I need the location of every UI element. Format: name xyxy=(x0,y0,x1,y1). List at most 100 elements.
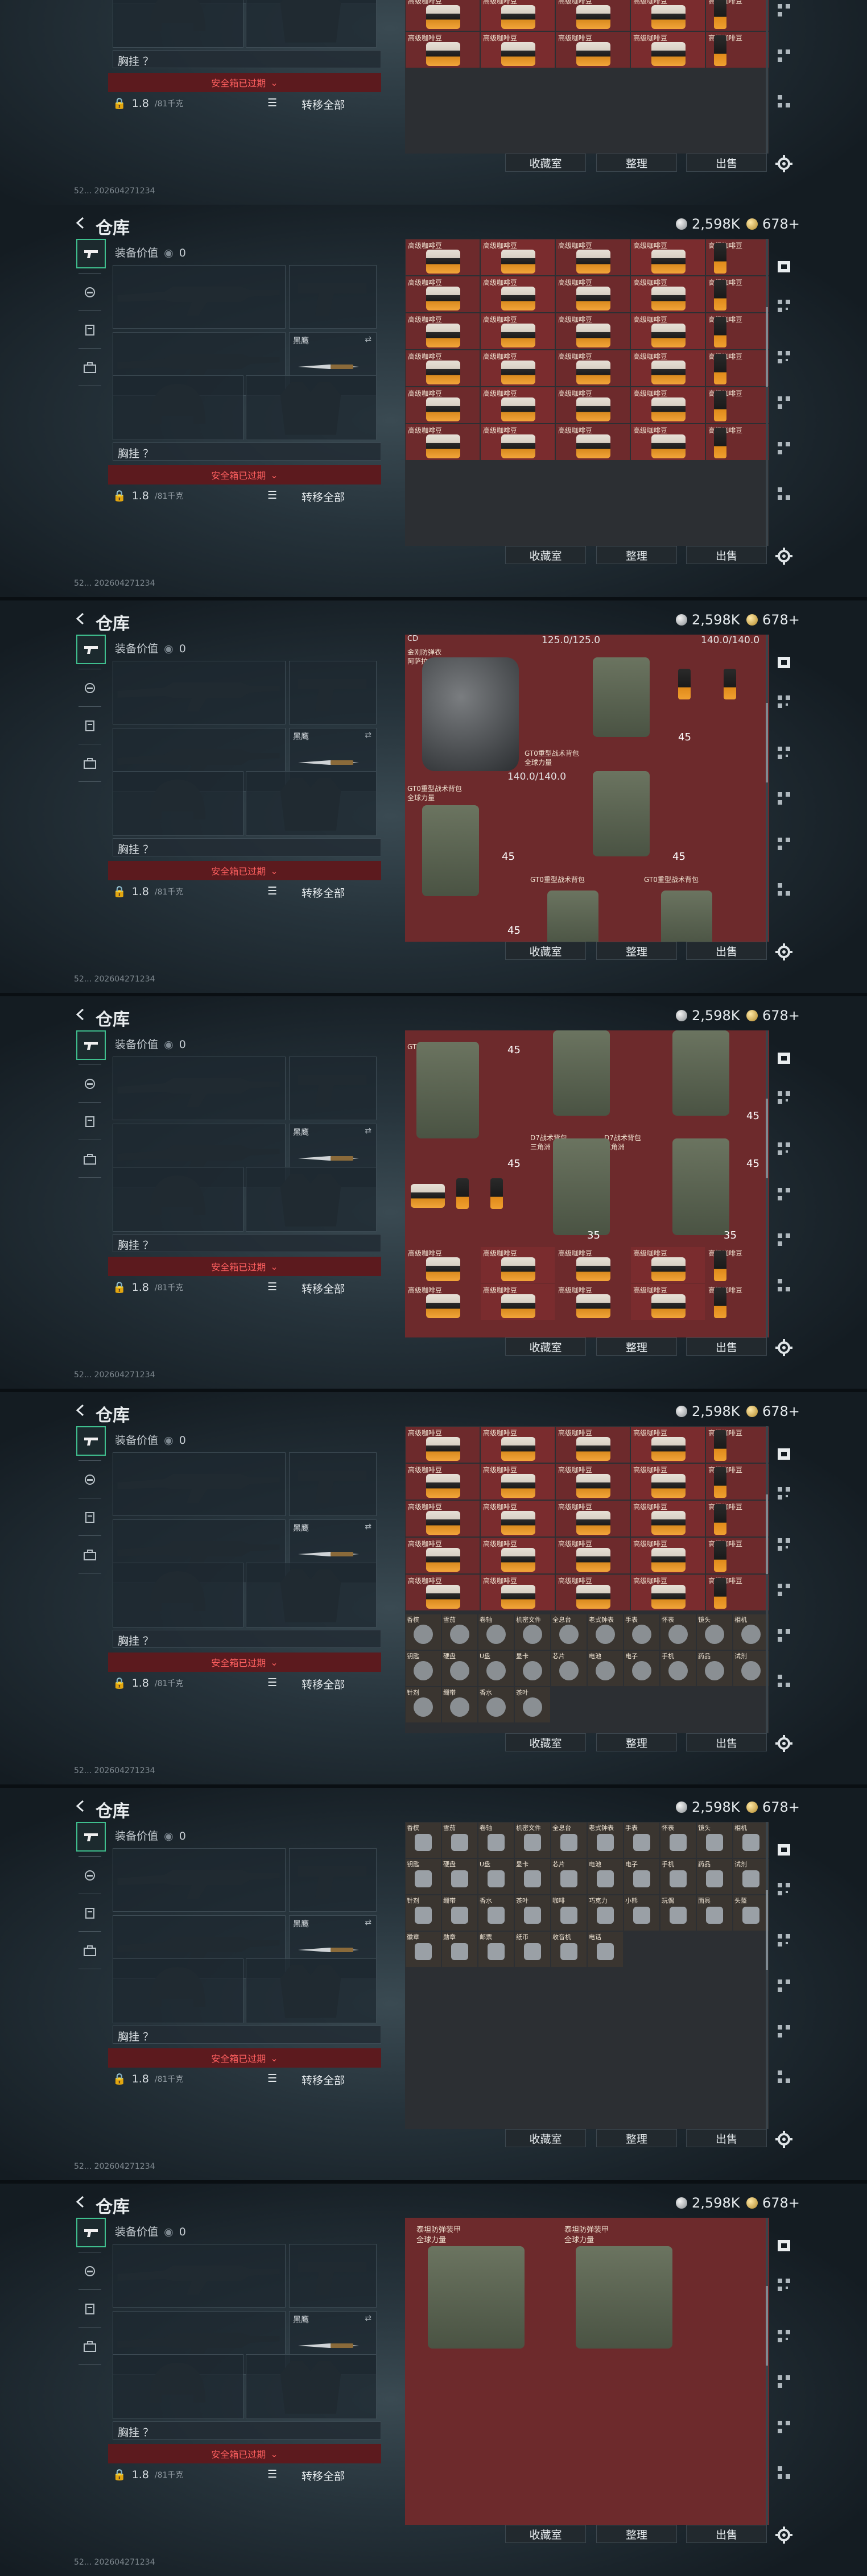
backpack-item[interactable] xyxy=(422,805,479,896)
coffee-bean-item[interactable]: 高级咖啡豆 xyxy=(631,1284,705,1320)
coffee-bean-item[interactable]: 高级咖啡豆 xyxy=(556,1247,630,1283)
nav-container-tab-3[interactable] xyxy=(774,1976,794,1996)
nav-weapon-tab[interactable] xyxy=(76,1426,106,1456)
gold-currency[interactable]: 678+ xyxy=(746,1403,800,1419)
swap-icon[interactable]: ⇄ xyxy=(365,1918,371,1927)
primary-weapon-slot[interactable] xyxy=(113,1452,286,1516)
backpack-item[interactable] xyxy=(593,657,650,737)
nav-container-tab-5[interactable] xyxy=(774,1275,794,1295)
nav-container-tab-2[interactable] xyxy=(774,347,794,367)
nav-container-tab-3[interactable] xyxy=(774,392,794,413)
backpack-item[interactable] xyxy=(672,1138,729,1235)
nav-container-tab-1[interactable] xyxy=(774,691,794,712)
transfer-all-button[interactable]: 转移全部 xyxy=(302,97,345,112)
primary-weapon-slot[interactable] xyxy=(113,1848,286,1912)
nav-container-tab-2[interactable] xyxy=(774,2326,794,2346)
safebox-expired-bar[interactable]: 安全箱已过期 ⌄ xyxy=(108,2048,381,2068)
armor-item[interactable] xyxy=(422,657,519,771)
nav-container-tab-5[interactable] xyxy=(774,91,794,111)
grid-scrollbar[interactable] xyxy=(766,1030,768,1337)
nav-backpack-tab[interactable] xyxy=(76,2333,104,2360)
nav-container-tab-2[interactable] xyxy=(774,1534,794,1555)
coffee-bean-item[interactable]: 高级咖啡豆 xyxy=(556,1501,630,1537)
coffee-bean-item[interactable]: 高级咖啡豆 xyxy=(406,1501,480,1537)
gear-icon[interactable] xyxy=(774,1337,794,1358)
misc-item[interactable]: 手机 xyxy=(660,1859,696,1894)
collection-room-button[interactable]: 收藏室 xyxy=(505,2525,586,2543)
nav-container-tab-4[interactable] xyxy=(774,438,794,458)
primary-weapon-slot[interactable] xyxy=(113,661,286,724)
misc-item[interactable]: 电话 xyxy=(588,1932,623,1967)
sell-button[interactable]: 出售 xyxy=(686,154,767,172)
coffee-bean-item[interactable]: 高级咖啡豆 xyxy=(631,1464,705,1500)
misc-item[interactable]: 手表 xyxy=(624,1823,659,1858)
coffee-bean-item[interactable]: 高级咖啡豆 xyxy=(706,1575,769,1610)
swap-icon[interactable]: ⇄ xyxy=(365,1522,371,1531)
gear-icon[interactable] xyxy=(774,2129,794,2150)
coffee-bean-item[interactable]: 高级咖啡豆 xyxy=(706,313,769,349)
coffee-bean-item[interactable]: 高级咖啡豆 xyxy=(706,1464,769,1500)
grid-scrollbar[interactable] xyxy=(766,1426,768,1733)
coffee-bean-item[interactable]: 高级咖啡豆 xyxy=(406,387,480,423)
nav-container-tab-1[interactable] xyxy=(774,1483,794,1504)
backpack-item[interactable] xyxy=(553,1138,610,1235)
coffee-bean-item[interactable]: 高级咖啡豆 xyxy=(706,239,769,275)
nav-container-tab-5[interactable] xyxy=(774,2066,794,2087)
armor-slot[interactable] xyxy=(246,1167,377,1232)
coffee-bean-item[interactable]: 高级咖啡豆 xyxy=(481,350,555,386)
coffee-bean-item[interactable]: 高级咖啡豆 xyxy=(481,424,555,460)
coffee-bean-item[interactable]: 高级咖啡豆 xyxy=(631,1427,705,1463)
coffee-bean-item[interactable]: 高级咖啡豆 xyxy=(706,387,769,423)
coffee-bean-item[interactable]: 高级咖啡豆 xyxy=(706,1538,769,1573)
list-icon[interactable]: ☰ xyxy=(267,2468,277,2480)
nav-container-tab-4[interactable] xyxy=(774,2021,794,2041)
nav-backpack-tab[interactable] xyxy=(76,354,104,381)
misc-item[interactable]: 相机 xyxy=(733,1823,769,1858)
coffee-bean-item[interactable]: 高级咖啡豆 xyxy=(556,1427,630,1463)
misc-item[interactable]: 头盔 xyxy=(733,1895,769,1931)
coffee-bean-item[interactable]: 高级咖啡豆 xyxy=(406,276,480,312)
coffee-bean-item[interactable]: 高级咖啡豆 xyxy=(481,1538,555,1573)
nav-container-tab-1[interactable] xyxy=(774,1879,794,1899)
misc-item[interactable]: 小熊 xyxy=(624,1895,659,1931)
misc-item[interactable]: 试剂 xyxy=(733,1859,769,1894)
coffee-bean-item[interactable]: 高级咖啡豆 xyxy=(556,239,630,275)
coffee-bean-item[interactable]: 高级咖啡豆 xyxy=(481,1427,555,1463)
nav-container-tab-4[interactable] xyxy=(774,1625,794,1646)
coffee-bean-item[interactable]: 高级咖啡豆 xyxy=(406,1284,480,1320)
helmet-slot[interactable] xyxy=(113,1167,243,1232)
safebox-expired-bar[interactable]: 安全箱已过期 ⌄ xyxy=(108,73,381,92)
misc-item[interactable]: 老式钟表 xyxy=(588,1823,623,1858)
pistol-slot[interactable] xyxy=(289,265,377,329)
helmet-slot[interactable] xyxy=(113,1958,243,2023)
grid-scrollbar[interactable] xyxy=(766,0,768,154)
misc-item[interactable]: 显卡 xyxy=(515,1859,550,1894)
nav-container-tab-3[interactable] xyxy=(774,2371,794,2392)
back-arrow-icon[interactable] xyxy=(74,216,88,230)
nav-backpack-tab[interactable] xyxy=(76,749,104,777)
coffee-bean-item[interactable]: 高级咖啡豆 xyxy=(706,1501,769,1537)
safebox-expired-bar[interactable]: 安全箱已过期 ⌄ xyxy=(108,2444,381,2463)
coffee-bean-item[interactable]: 高级咖啡豆 xyxy=(631,350,705,386)
coffee-bean-item[interactable]: 高级咖啡豆 xyxy=(631,276,705,312)
coffee-bean-item[interactable]: 高级咖啡豆 xyxy=(631,1575,705,1610)
helmet-slot[interactable] xyxy=(113,1563,243,1627)
coffee-bean-item[interactable]: 高级咖啡豆 xyxy=(706,1284,769,1320)
coffee-bean-item[interactable]: 高级咖啡豆 xyxy=(556,1575,630,1610)
heavy-armor-item[interactable] xyxy=(576,2246,672,2349)
coffee-bean-item[interactable]: 高级咖啡豆 xyxy=(406,1247,480,1283)
coffee-bean-item[interactable]: 高级咖啡豆 xyxy=(556,424,630,460)
gold-currency[interactable]: 678+ xyxy=(746,612,800,628)
coffee-bean-item[interactable]: 高级咖啡豆 xyxy=(481,239,555,275)
coffee-bean-item[interactable]: 高级咖啡豆 xyxy=(481,276,555,312)
misc-item[interactable]: 芯片 xyxy=(551,1859,587,1894)
primary-weapon-slot[interactable] xyxy=(113,1057,286,1120)
list-icon[interactable]: ☰ xyxy=(267,1676,277,1689)
sell-button[interactable]: 出售 xyxy=(686,2525,767,2543)
coffee-bean-item[interactable]: 高级咖啡豆 xyxy=(481,1501,555,1537)
coffee-bean-item[interactable]: 高级咖啡豆 xyxy=(406,1464,480,1500)
misc-item[interactable]: 香水 xyxy=(478,1895,514,1931)
nav-container-tab-3[interactable] xyxy=(774,0,794,20)
coffee-bean-item[interactable]: 高级咖啡豆 xyxy=(481,32,555,68)
misc-item[interactable]: 钥匙 xyxy=(406,1651,441,1686)
